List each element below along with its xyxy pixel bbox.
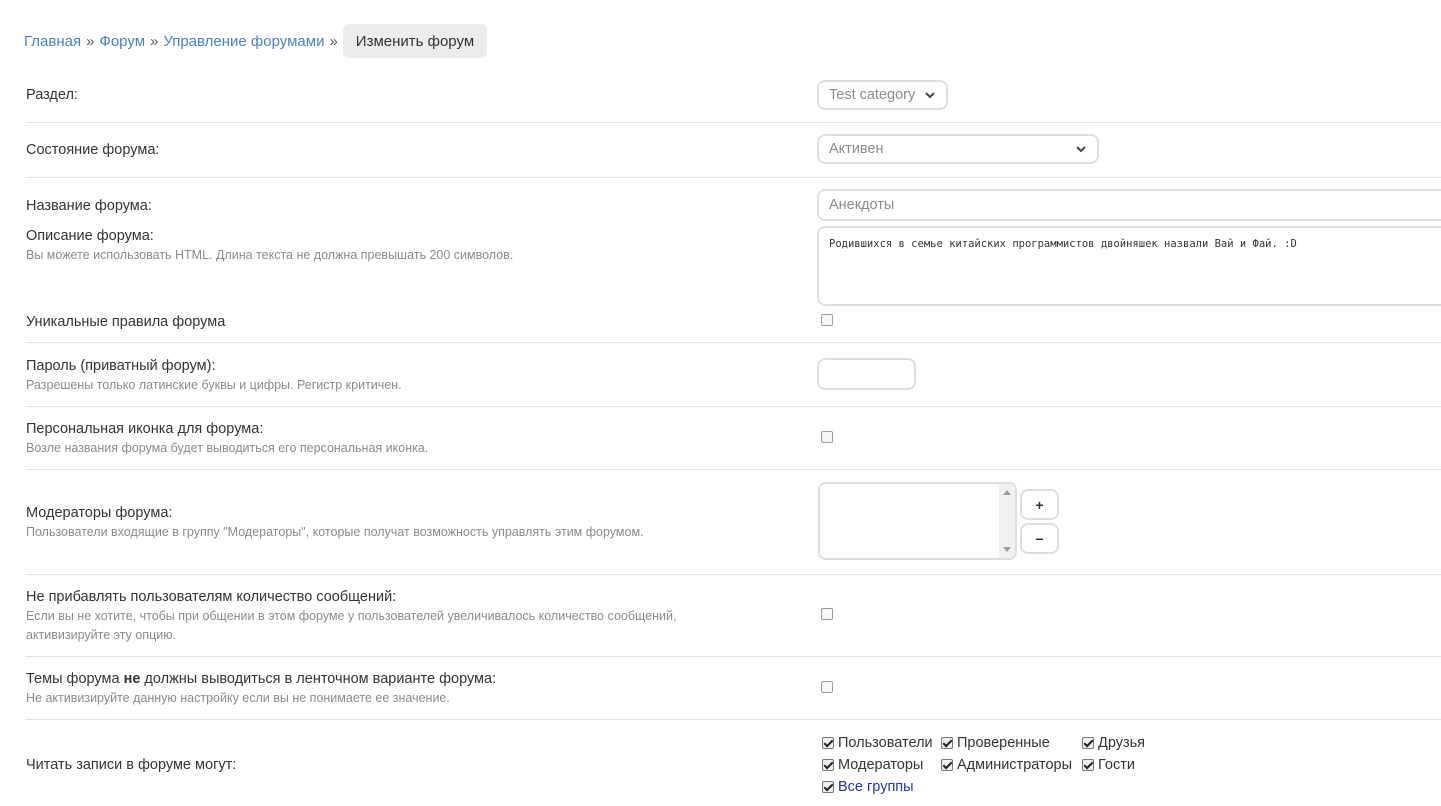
forum-name-placeholder: Анекдоты [829,197,895,213]
moderators-label: Модераторы форума: [26,505,173,521]
forum-description-hint: Вы можете использовать HTML. Длина текст… [26,248,514,262]
no-post-count-hint-line1: Если вы не хотите, чтобы при общении в э… [26,609,677,623]
breadcrumb-current: Изменить форум [342,24,488,58]
icon-hint: Возле названия форума будет выводиться е… [26,441,429,455]
section-select[interactable]: Test category [817,80,948,110]
row-no-post-count: Не прибавлять пользователям количество с… [26,575,1441,657]
row-password: Пароль (приватный форум): Разрешены толь… [26,343,1441,407]
chevron-down-icon [1076,146,1086,153]
group-checkbox-admins[interactable] [941,759,953,771]
row-icon: Персональная иконка для форума: Возле на… [26,407,1441,470]
breadcrumb-separator: » [150,32,159,50]
moderators-hint: Пользователи входящие в группу "Модерато… [26,525,644,539]
section-label: Раздел: [26,87,78,103]
no-feed-checkbox[interactable] [821,681,833,693]
group-label-admins: Администраторы [957,757,1073,773]
add-moderator-button[interactable]: + [1020,489,1059,520]
group-checkbox-verified[interactable] [941,737,953,749]
state-select[interactable]: Активен [817,134,1099,164]
no-post-count-hint-line2: активизируйте эту опцию. [26,628,177,642]
forum-description-label: Описание форума: [26,228,154,244]
group-label-users: Пользователи [838,735,933,751]
breadcrumb: Главная » Форум » Управление форумами » … [24,24,488,58]
no-feed-label-bold: не [123,671,141,687]
forum-description-textarea[interactable]: Родившихся в семье китайских программист… [817,226,1441,306]
no-feed-label-before: Темы форума [26,671,124,687]
unique-rules-checkbox[interactable] [821,314,833,326]
no-post-count-label: Не прибавлять пользователям количество с… [26,589,397,605]
group-label-guests: Гости [1098,757,1135,773]
unique-rules-label: Уникальные правила форума [26,314,226,330]
no-post-count-checkbox[interactable] [821,608,833,620]
no-feed-hint: Не активизируйте данную настройку если в… [26,691,450,705]
group-checkbox-guests[interactable] [1082,759,1094,771]
state-select-value: Активен [829,141,884,157]
row-section: Раздел: Test category [26,68,1441,123]
group-checkbox-friends[interactable] [1082,737,1094,749]
breadcrumb-separator: » [329,32,338,50]
no-feed-label-after: должны выводиться в ленточном варианте ф… [140,671,497,687]
arrow-up-icon[interactable] [1003,490,1011,495]
section-select-value: Test category [829,87,916,103]
no-feed-label: Темы форума не должны выводиться в ленто… [26,671,496,687]
password-hint: Разрешены только латинские буквы и цифры… [26,378,402,392]
breadcrumb-separator: » [86,32,95,50]
group-label-friends: Друзья [1098,735,1146,751]
read-access-label: Читать записи в форуме могут: [26,757,237,773]
group-label-moderators: Модераторы [838,757,924,773]
breadcrumb-manage-forums-link[interactable]: Управление форумами [163,33,324,50]
breadcrumb-forum-link[interactable]: Форум [99,33,145,50]
remove-moderator-button[interactable]: − [1020,523,1059,554]
group-checkbox-all[interactable] [822,781,834,793]
group-checkbox-users[interactable] [822,737,834,749]
row-name-description: Название форума: Анекдоты Описание форум… [26,178,1441,343]
row-state: Состояние форума: Активен [26,123,1441,178]
arrow-down-icon[interactable] [1003,547,1011,552]
forum-name-label: Название форума: [26,198,152,214]
password-input[interactable] [817,358,916,390]
chevron-down-icon [925,92,935,99]
moderators-listbox[interactable] [818,482,1017,560]
forum-name-input[interactable]: Анекдоты [817,189,1441,221]
password-label: Пароль (приватный форум): [26,358,216,374]
group-label-verified: Проверенные [957,735,1050,751]
listbox-scrollbar[interactable] [999,484,1015,558]
row-no-feed: Темы форума не должны выводиться в ленто… [26,657,1441,720]
row-moderators: Модераторы форума: Пользователи входящие… [26,470,1441,575]
icon-label: Персональная иконка для форума: [26,421,264,437]
icon-checkbox[interactable] [821,431,833,443]
state-label: Состояние форума: [26,142,160,158]
all-groups-link[interactable]: Все группы [838,779,914,795]
group-checkbox-moderators[interactable] [822,759,834,771]
row-read-access: Читать записи в форуме могут: Пользовате… [26,720,1441,806]
breadcrumb-home-link[interactable]: Главная [24,33,81,50]
